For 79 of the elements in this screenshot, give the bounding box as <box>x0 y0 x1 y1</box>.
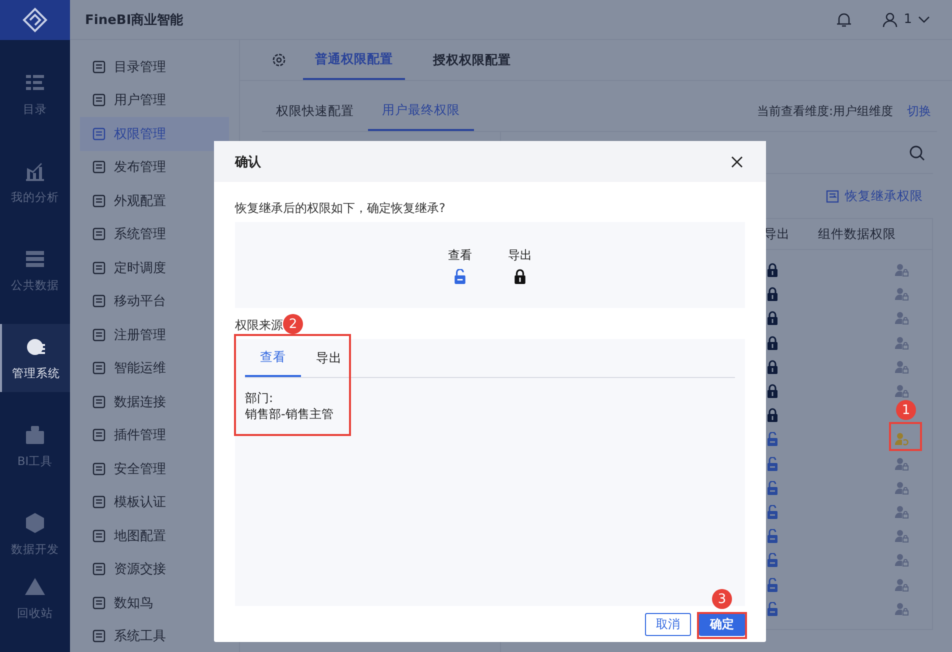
menu-icon <box>92 227 106 242</box>
menu-icon <box>92 93 106 108</box>
menu-item[interactable]: 权限管理 <box>80 117 229 150</box>
nav-item[interactable]: 公共数据 <box>0 236 70 304</box>
nav-item[interactable]: 管理系统 <box>0 324 70 392</box>
nav-item[interactable]: 回收站 <box>0 568 70 628</box>
settings-icon[interactable] <box>271 52 287 68</box>
menu-icon <box>92 194 106 208</box>
user-lock-icon[interactable] <box>895 456 909 471</box>
search-icon[interactable] <box>909 144 925 160</box>
menu-icon <box>92 495 106 510</box>
cube-icon <box>24 512 46 534</box>
column-header: 组件数据权限 <box>818 226 897 242</box>
restore-inherit-link[interactable]: 恢复继承权限 <box>826 188 923 204</box>
menu-icon <box>92 328 106 342</box>
user-lock-icon[interactable] <box>895 529 909 544</box>
nav-item[interactable]: 数据开发 <box>0 500 70 568</box>
menu-icon <box>92 160 106 174</box>
user-lock-icon[interactable] <box>895 311 909 326</box>
user-lock-icon[interactable] <box>895 263 909 278</box>
step-badge: 1 <box>896 400 916 420</box>
bell-icon[interactable] <box>836 12 852 28</box>
menu-icon <box>92 126 106 141</box>
nav-item[interactable]: BI工具 <box>0 412 70 480</box>
source-text: 销售部-销售主管 <box>245 406 334 422</box>
source-text: 部门: <box>245 390 274 406</box>
menu-item[interactable]: 用户管理 <box>80 84 229 117</box>
menu-icon <box>92 260 106 275</box>
menu-icon <box>92 462 106 476</box>
menu-item[interactable]: 目录管理 <box>80 50 229 84</box>
dialog-message: 恢复继承后的权限如下，确定恢复继承? <box>235 200 446 217</box>
callout-frame <box>697 612 747 639</box>
permission-label: 查看 <box>448 246 472 264</box>
restore-icon <box>826 190 839 202</box>
user-lock-icon[interactable] <box>895 336 909 350</box>
menu-icon <box>92 629 106 644</box>
user-lock-icon[interactable] <box>895 480 909 495</box>
user-menu[interactable]: 1 <box>882 12 930 28</box>
menu-icon <box>92 562 106 576</box>
tab[interactable]: 用户最终权限 <box>368 91 474 131</box>
user-lock-icon[interactable] <box>895 504 909 519</box>
user-lock-icon[interactable] <box>895 384 909 398</box>
triangle-icon <box>24 576 46 598</box>
tab[interactable]: 授权权限配置 <box>421 40 523 80</box>
logo-icon <box>0 0 70 40</box>
menu-icon <box>92 394 106 409</box>
tab[interactable]: 导出 <box>301 339 357 377</box>
menu-icon <box>92 428 106 442</box>
tab[interactable]: 普通权限配置 <box>303 40 405 80</box>
user-lock-icon[interactable] <box>895 553 909 568</box>
menu-icon <box>92 596 106 610</box>
source-label: 权限来源 <box>235 317 283 334</box>
user-lock-icon[interactable] <box>895 578 909 592</box>
user-icon <box>882 12 898 28</box>
confirm-button[interactable]: 确定 <box>699 612 745 636</box>
user-name: 1 <box>904 12 912 27</box>
chevron-icon <box>918 16 930 24</box>
menu-icon <box>92 294 106 308</box>
user-lock-icon[interactable] <box>895 602 909 616</box>
user-restore-icon[interactable] <box>895 432 909 446</box>
dialog-title: 确认 <box>235 154 261 170</box>
nav-item[interactable]: 我的分析 <box>0 148 70 216</box>
dimension-label: 当前查看维度:用户组维度 <box>756 102 893 120</box>
column-header: 导出 <box>764 226 791 242</box>
menu-icon <box>92 361 106 376</box>
toolbox-icon <box>24 424 46 446</box>
user-lock-icon[interactable] <box>895 287 909 302</box>
callout-frame <box>889 422 922 451</box>
switch-link[interactable]: 切换 <box>907 102 931 120</box>
permission-label: 导出 <box>508 246 532 264</box>
nav-item[interactable]: 目录 <box>0 60 70 128</box>
close-icon[interactable] <box>731 156 743 168</box>
menu-icon <box>92 60 106 74</box>
user-lock-icon[interactable] <box>895 360 909 374</box>
tab[interactable]: 权限快速配置 <box>262 91 368 131</box>
menu-icon <box>92 528 106 543</box>
tab[interactable]: 查看 <box>245 339 301 377</box>
cancel-button[interactable]: 取消 <box>645 612 691 636</box>
app-title: FineBI商业智能 <box>85 12 184 28</box>
